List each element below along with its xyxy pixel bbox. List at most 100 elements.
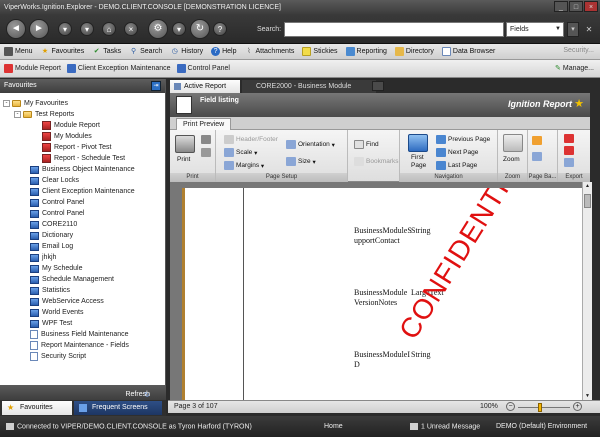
next-page-button[interactable]: Next Page xyxy=(436,148,478,157)
dropdown-icon[interactable]: ▾ xyxy=(80,22,94,36)
quick-item-module-report[interactable]: Module Report xyxy=(4,64,61,73)
collapse-icon[interactable]: - xyxy=(14,111,21,118)
tree-node-app[interactable]: World Events xyxy=(30,307,84,318)
tree-node-my-favourites[interactable]: - My Favourites xyxy=(3,98,68,109)
back-button[interactable]: ◄ xyxy=(6,19,26,39)
bookmarks-button[interactable]: Bookmarks xyxy=(354,157,399,166)
tree-node-app[interactable]: Statistics xyxy=(30,285,70,296)
tree-node-app[interactable]: Dictionary xyxy=(30,230,73,241)
minimize-button[interactable]: _ xyxy=(554,1,568,12)
tab-frequent-screens[interactable]: Frequent Screens xyxy=(74,401,162,415)
menu-item-favourites[interactable]: ★ Favourites xyxy=(41,47,84,56)
export-pdf-icon[interactable] xyxy=(564,134,574,143)
history-dropdown-icon[interactable]: ▾ xyxy=(58,22,72,36)
messages-indicator[interactable]: 1 Unread Message xyxy=(410,423,480,430)
scale-button[interactable]: Scale ▾ xyxy=(224,148,257,157)
tree-node-app[interactable]: My Schedule xyxy=(30,263,82,274)
tree-node-app[interactable]: WPF Test xyxy=(30,318,72,329)
quick-item-control-panel[interactable]: Control Panel xyxy=(176,64,230,73)
zoom-button[interactable]: Zoom xyxy=(503,156,520,163)
find-button[interactable]: Find xyxy=(354,140,379,149)
menu-item-data-browser[interactable]: Data Browser xyxy=(441,47,495,56)
search-scope-select[interactable]: Fields ▼ xyxy=(506,22,564,37)
manage-quick-links[interactable]: ✎ Manage... xyxy=(555,64,594,72)
tree-node-app[interactable]: WebService Access xyxy=(30,296,104,307)
zoom-in-button[interactable]: + xyxy=(573,402,582,411)
stop-icon[interactable]: × xyxy=(124,22,138,36)
print-button[interactable]: Print xyxy=(177,156,190,163)
menu-item-directory[interactable]: Directory xyxy=(394,47,434,56)
first-page-button-line2[interactable]: Page xyxy=(411,162,426,169)
watermark-icon[interactable] xyxy=(532,152,542,161)
zoom-out-button[interactable]: − xyxy=(506,402,515,411)
tree-node-document[interactable]: Report Maintenance - Fields xyxy=(30,340,129,351)
tree-node-report[interactable]: Report - Schedule Test xyxy=(42,153,125,164)
tree-node-app[interactable]: Control Panel xyxy=(30,208,84,219)
menu-item-attachments[interactable]: ⌇ Attachments xyxy=(244,47,294,56)
page-color-icon[interactable] xyxy=(532,136,542,145)
tree-node-app[interactable]: Clear Locks xyxy=(30,175,79,186)
email-export-icon[interactable] xyxy=(564,158,574,167)
new-tab-button[interactable] xyxy=(372,81,384,91)
tab-core2000[interactable]: CORE2000 - Business Module Maintenance xyxy=(242,80,376,103)
last-page-button[interactable]: Last Page xyxy=(436,161,477,170)
tree-node-app[interactable]: Client Exception Maintenance xyxy=(30,186,135,197)
quick-item-client-exception[interactable]: Client Exception Maintenance xyxy=(66,64,171,73)
chevron-down-icon: ▼ xyxy=(555,26,561,32)
help-nav-icon[interactable]: ? xyxy=(213,22,227,36)
close-window-button[interactable]: × xyxy=(584,1,598,12)
orientation-button[interactable]: Orientation ▾ xyxy=(286,140,335,149)
scroll-up-icon[interactable]: ▲ xyxy=(584,183,591,189)
tree-node-test-reports[interactable]: - Test Reports xyxy=(14,109,74,120)
search-input[interactable] xyxy=(284,22,504,37)
tree-node-app[interactable]: Control Panel xyxy=(30,197,84,208)
tree-node-report[interactable]: My Modules xyxy=(42,131,92,142)
tree-node-document[interactable]: Business Field Maintenance xyxy=(30,329,129,340)
tab-print-preview[interactable]: Print Preview xyxy=(176,118,232,130)
export-file-icon[interactable] xyxy=(564,146,574,155)
tree-node-app[interactable]: CORE2110 xyxy=(30,219,77,230)
tree-node-app[interactable]: jhkjh xyxy=(30,252,56,263)
zoom-slider-thumb[interactable] xyxy=(537,403,542,412)
menu-item-help[interactable]: ? Help xyxy=(211,47,236,56)
tree-node-app[interactable]: Schedule Management xyxy=(30,274,114,285)
search-go-button[interactable]: ▾ xyxy=(567,22,579,37)
collapse-icon[interactable]: - xyxy=(3,100,10,107)
previous-page-button[interactable]: Previous Page xyxy=(436,135,490,144)
tree-node-report[interactable]: Report - Pivot Test xyxy=(42,142,111,153)
tab-favourites[interactable]: ★ Favourites xyxy=(2,401,72,415)
scrollbar-thumb[interactable] xyxy=(584,194,591,208)
menu-item-tasks[interactable]: ✔ Tasks xyxy=(92,47,121,56)
menu-item-history[interactable]: ◷ History xyxy=(170,47,203,56)
security-menu[interactable]: Security... xyxy=(563,47,594,54)
refresh-nav-icon[interactable]: ↻ xyxy=(190,19,210,39)
pin-panel-icon[interactable]: ⇥ xyxy=(151,81,161,91)
forward-button[interactable]: ► xyxy=(29,19,49,39)
tree-node-report[interactable]: Module Report xyxy=(42,120,100,131)
first-page-button[interactable]: First xyxy=(411,154,424,161)
menu-item-reporting[interactable]: Reporting xyxy=(345,47,387,56)
left-panel-tabs: ★ Favourites Frequent Screens xyxy=(0,400,166,416)
report-viewer[interactable]: BusinessModuleS upportContact String Busi… xyxy=(170,182,582,400)
header-footer-button[interactable]: Header/Footer xyxy=(224,135,278,144)
menu-item-search[interactable]: ⚲ Search xyxy=(129,47,162,56)
menu-item-stickies[interactable]: Stickies xyxy=(302,47,338,56)
maximize-button[interactable]: □ xyxy=(569,1,583,12)
quick-print-icon[interactable] xyxy=(201,135,211,144)
print-options-icon[interactable] xyxy=(201,148,211,157)
home-nav-icon[interactable]: ⌂ xyxy=(102,22,116,36)
tab-active-report[interactable]: Active Report xyxy=(170,80,240,93)
margins-button[interactable]: Margins ▾ xyxy=(224,161,264,170)
tree-node-document[interactable]: Security Script xyxy=(30,351,86,362)
tree-node-app[interactable]: Business Object Maintenance xyxy=(30,164,135,175)
settings-gear-icon[interactable]: ⚙ xyxy=(148,19,168,39)
scroll-down-icon[interactable]: ▼ xyxy=(584,393,591,399)
tree-node-app[interactable]: Email Log xyxy=(30,241,73,252)
size-button[interactable]: Size ▾ xyxy=(286,157,316,166)
clear-search-icon[interactable]: ✕ xyxy=(583,22,595,37)
vertical-scrollbar[interactable]: ▲ ▼ xyxy=(582,182,592,400)
home-link[interactable]: Home xyxy=(324,423,343,430)
settings-dropdown-icon[interactable]: ▾ xyxy=(172,22,186,36)
menu-item-menu[interactable]: Menu xyxy=(4,47,33,56)
zoom-slider-track[interactable] xyxy=(518,407,570,408)
